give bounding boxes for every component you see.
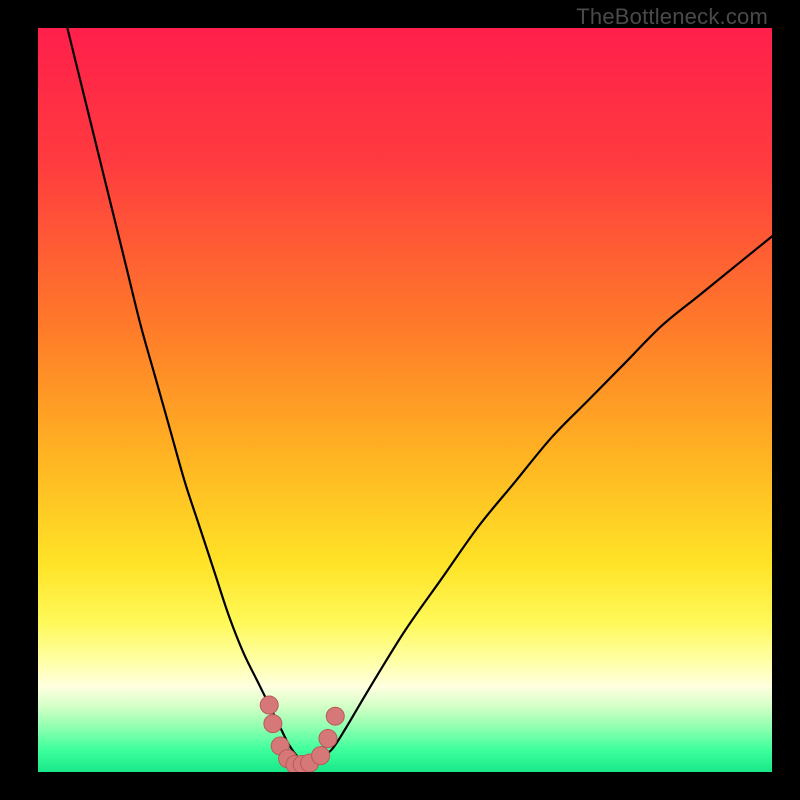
plot-area	[38, 28, 772, 772]
marker-point	[326, 707, 344, 725]
gradient-background	[38, 28, 772, 772]
watermark-text: TheBottleneck.com	[576, 4, 768, 30]
marker-point	[312, 747, 330, 765]
marker-point	[260, 696, 278, 714]
marker-point	[264, 715, 282, 733]
marker-point	[319, 730, 337, 748]
chart-frame: TheBottleneck.com	[0, 0, 800, 800]
gradient-rect	[38, 28, 772, 772]
